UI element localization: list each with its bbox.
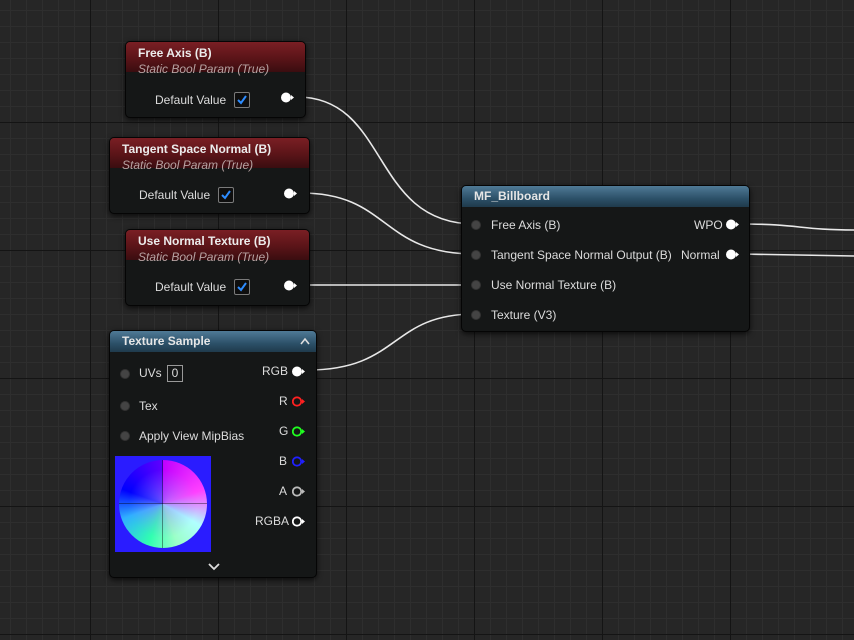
output-pin-normal[interactable] <box>726 249 739 260</box>
input-pin-tangent-space[interactable] <box>471 250 481 260</box>
check-icon <box>221 190 231 200</box>
output-label-wpo: WPO <box>694 218 723 232</box>
check-icon <box>237 282 247 292</box>
node-subtitle: Static Bool Param (True) <box>138 62 270 76</box>
wire-wpo-out <box>739 223 854 231</box>
node-header[interactable]: MF_Billboard <box>462 186 749 207</box>
node-title: Tangent Space Normal (B) <box>122 142 272 156</box>
mf-billboard-node[interactable]: MF_Billboard Free Axis (B) Tangent Space… <box>461 185 750 332</box>
texture-preview <box>115 456 211 552</box>
tangent-space-normal-node[interactable]: Tangent Space Normal (B) Static Bool Par… <box>109 137 310 214</box>
uvs-value-field[interactable]: 0 <box>166 365 184 382</box>
input-pin-tex[interactable] <box>120 401 130 411</box>
output-pin-g[interactable] <box>292 426 305 437</box>
output-label-a: A <box>279 484 288 498</box>
default-value-label: Default Value <box>139 188 211 202</box>
output-pin[interactable] <box>281 92 294 103</box>
output-pin-wpo[interactable] <box>726 219 739 230</box>
output-label-r: R <box>279 394 288 408</box>
node-header[interactable]: Tangent Space Normal (B) Static Bool Par… <box>110 138 309 172</box>
uvs-input-row: UVs 0 <box>139 365 184 382</box>
default-value-checkbox[interactable] <box>234 279 250 295</box>
input-pin-free-axis[interactable] <box>471 220 481 230</box>
input-label: Use Normal Texture (B) <box>491 278 617 292</box>
expand-chevron-down-icon[interactable] <box>208 563 220 571</box>
output-label-normal: Normal <box>681 248 720 262</box>
texture-sample-node[interactable]: Texture Sample UVs 0 Tex Apply View MipBi… <box>109 330 317 578</box>
node-title: Use Normal Texture (B) <box>138 234 271 248</box>
check-icon <box>237 95 247 105</box>
free-axis-node[interactable]: Free Axis (B) Static Bool Param (True) D… <box>125 41 306 118</box>
tex-label: Tex <box>139 399 158 413</box>
node-header[interactable]: Free Axis (B) Static Bool Param (True) <box>126 42 305 76</box>
input-pin-uvs[interactable] <box>120 369 130 379</box>
default-value-checkbox[interactable] <box>218 187 234 203</box>
default-value-label: Default Value <box>155 93 227 107</box>
normal-map-sphere <box>119 460 207 548</box>
output-pin[interactable] <box>284 188 297 199</box>
output-pin-rgb[interactable] <box>292 366 305 377</box>
mipbias-label: Apply View MipBias <box>139 429 245 443</box>
output-label-g: G <box>279 424 289 438</box>
use-normal-texture-node[interactable]: Use Normal Texture (B) Static Bool Param… <box>125 229 310 306</box>
wire-normal-out <box>739 253 854 257</box>
output-label-rgba: RGBA <box>255 514 290 528</box>
node-title: MF_Billboard <box>474 189 551 203</box>
node-title: Texture Sample <box>122 334 211 348</box>
node-header[interactable]: Use Normal Texture (B) Static Bool Param… <box>126 230 309 264</box>
wire-free-axis <box>296 96 476 225</box>
output-pin-b[interactable] <box>292 456 305 467</box>
wire-texture <box>307 313 476 371</box>
input-label: Free Axis (B) <box>491 218 561 232</box>
input-pin-texture[interactable] <box>471 310 481 320</box>
node-subtitle: Static Bool Param (True) <box>122 158 254 172</box>
default-value-label: Default Value <box>155 280 227 294</box>
default-value-checkbox[interactable] <box>234 92 250 108</box>
output-label-rgb: RGB <box>262 364 289 378</box>
output-pin-r[interactable] <box>292 396 305 407</box>
input-label: Tangent Space Normal Output (B) <box>491 248 672 262</box>
output-pin-a[interactable] <box>292 486 305 497</box>
output-label-b: B <box>279 454 288 468</box>
node-title: Free Axis (B) <box>138 46 212 60</box>
output-pin[interactable] <box>284 280 297 291</box>
collapse-chevron-up-icon[interactable] <box>300 337 310 345</box>
node-header[interactable]: Texture Sample <box>110 331 316 352</box>
input-pin-mipbias[interactable] <box>120 431 130 441</box>
output-pin-rgba[interactable] <box>292 516 305 527</box>
input-pin-use-normal[interactable] <box>471 280 481 290</box>
node-subtitle: Static Bool Param (True) <box>138 250 270 264</box>
input-label: Texture (V3) <box>491 308 557 322</box>
uvs-label: UVs <box>139 366 162 380</box>
wire-tangent-space <box>300 192 476 255</box>
